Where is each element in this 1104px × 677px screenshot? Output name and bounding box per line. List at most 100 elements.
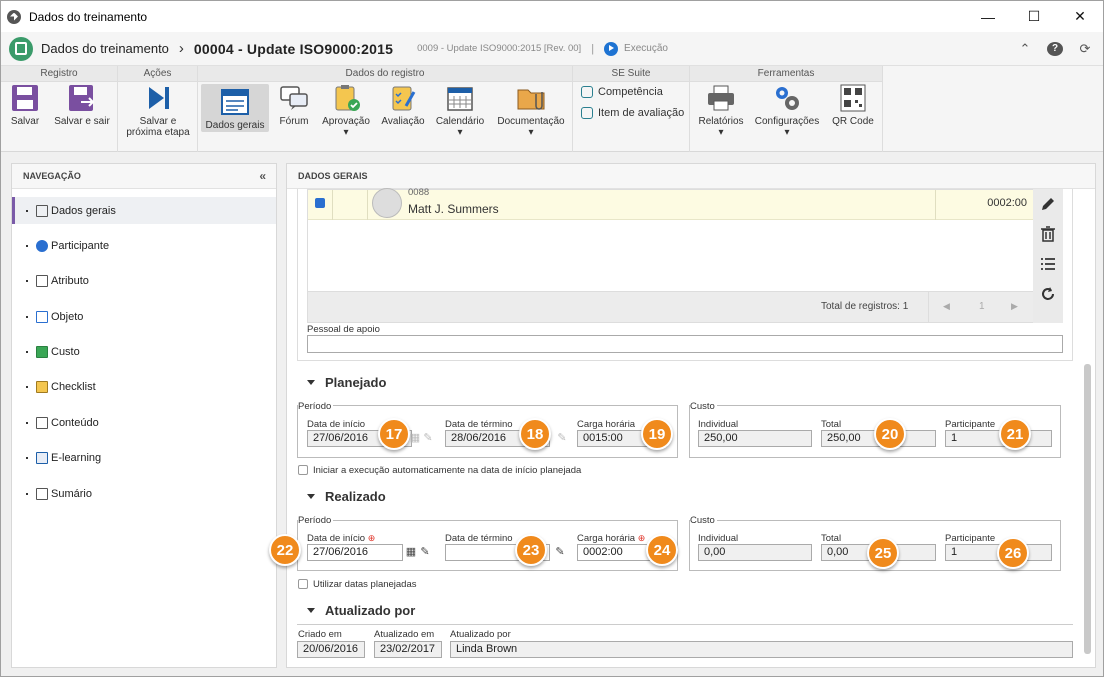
next-page-icon[interactable]: ▶ <box>1011 301 1018 312</box>
navigation-title: NAVEGAÇÃO <box>23 171 81 181</box>
training-icon <box>9 36 33 61</box>
support-staff-input[interactable] <box>307 335 1063 353</box>
maximize-button[interactable]: ☐ <box>1011 1 1057 32</box>
calendar-picker-icon[interactable]: ▦ <box>404 544 418 561</box>
participant-count-label: Participante <box>945 533 996 544</box>
collapse-nav-icon[interactable]: « <box>259 164 266 188</box>
prev-page-icon[interactable]: ◀ <box>943 301 950 312</box>
nav-item-label: E-learning <box>51 451 102 464</box>
callout-badge: 21 <box>999 418 1031 450</box>
navigation-panel: NAVEGAÇÃO « Dados gerais Participante At… <box>11 163 277 668</box>
documentation-button[interactable]: Documentação ▾ <box>494 84 568 138</box>
content-icon <box>36 416 48 429</box>
vertical-scrollbar[interactable] <box>1084 364 1091 654</box>
section-atualizado[interactable]: Atualizado por <box>307 603 415 618</box>
callout-badge: 24 <box>646 534 678 566</box>
ribbon-group-label: SE Suite <box>573 66 689 82</box>
planned-individual-cost[interactable]: 250,00 <box>698 430 812 447</box>
collapse-up-icon[interactable]: ⌃ <box>1017 41 1033 57</box>
actual-start-date[interactable]: 27/06/2016 <box>307 544 403 561</box>
save-label: Salvar <box>10 116 40 127</box>
ribbon-group-acoes: Ações Salvar e próxima etapa <box>118 66 198 152</box>
clear-date-icon[interactable]: ✎ <box>553 544 567 561</box>
total-cost-label: Total <box>821 533 842 544</box>
ribbon-group-label: Dados do registro <box>198 66 572 82</box>
qrcode-label: QR Code <box>832 116 874 127</box>
general-data-button[interactable]: Dados gerais <box>201 84 269 132</box>
period-label: Período <box>298 401 334 412</box>
actual-individual-cost[interactable]: 0,00 <box>698 544 812 561</box>
cost-label: Custo <box>690 401 717 412</box>
nav-item-sumario[interactable]: Sumário <box>12 480 276 507</box>
clear-date-icon[interactable]: ✎ <box>421 430 435 447</box>
refresh-icon[interactable]: ⟳ <box>1077 41 1093 57</box>
competence-item[interactable]: Competência <box>581 86 663 98</box>
period-label: Período <box>298 515 334 526</box>
nav-item-dados-gerais[interactable]: Dados gerais <box>12 197 276 224</box>
documentation-label: Documentação <box>497 116 565 127</box>
reports-button[interactable]: Relatórios ▾ <box>694 84 748 138</box>
nav-item-custo[interactable]: Custo <box>12 338 276 365</box>
ribbon-group-dados: Dados do registro Dados gerais Fórum Apr… <box>198 66 573 152</box>
settings-button[interactable]: Configurações ▾ <box>752 84 822 138</box>
auto-start-checkbox[interactable] <box>298 465 308 475</box>
forum-button[interactable]: Fórum <box>274 84 314 127</box>
participant-grid: 0088 Matt J. Summers 0002:00 Total de re… <box>307 187 1035 323</box>
next-step-button[interactable]: Salvar e próxima etapa <box>120 84 196 138</box>
nav-item-atributo[interactable]: Atributo <box>12 267 276 294</box>
approval-label: Aprovação <box>322 116 370 127</box>
grid-toolbar <box>1033 189 1063 323</box>
nav-item-conteudo[interactable]: Conteúdo <box>12 409 276 436</box>
end-date-label: Data de término <box>445 419 513 430</box>
qrcode-button[interactable]: QR Code <box>828 84 878 127</box>
app-icon <box>7 9 21 24</box>
start-date-label-text: Data de início <box>307 533 366 544</box>
save-button[interactable]: Salvar <box>5 84 45 127</box>
save-and-exit-button[interactable]: Salvar e sair <box>51 84 113 127</box>
row-checkbox[interactable] <box>315 198 325 208</box>
evaluation-button[interactable]: Avaliação <box>378 84 428 127</box>
nav-item-objeto[interactable]: Objeto <box>12 303 276 330</box>
nav-item-participante[interactable]: Participante <box>12 232 276 259</box>
clear-date-icon[interactable]: ✎ <box>418 544 432 561</box>
section-realizado[interactable]: Realizado <box>307 489 386 504</box>
nav-item-checklist[interactable]: Checklist <box>12 373 276 400</box>
approval-button[interactable]: Aprovação ▾ <box>318 84 374 138</box>
individual-cost-label: Individual <box>698 419 739 430</box>
forum-icon <box>279 84 309 112</box>
section-planejado[interactable]: Planejado <box>307 375 386 390</box>
updated-on-label: Atualizado em <box>374 629 435 640</box>
approval-caret: ▾ <box>343 127 349 138</box>
nav-item-elearning[interactable]: E-learning <box>12 444 276 471</box>
reports-caret: ▾ <box>718 127 724 138</box>
main-panel: DADOS GERAIS 0088 Matt J. Summers 0002:0… <box>286 163 1096 668</box>
nav-item-label: Custo <box>51 345 80 358</box>
auto-start-label: Iniciar a execução automaticamente na da… <box>313 465 582 476</box>
evaluation-item[interactable]: Item de avaliação <box>581 107 684 119</box>
calendar-icon <box>445 84 475 112</box>
general-data-label: Dados gerais <box>205 120 265 131</box>
approval-icon <box>331 84 361 112</box>
updated-by-value: Linda Brown <box>450 641 1073 658</box>
section-title: Atualizado por <box>325 603 416 618</box>
nav-item-label: Dados gerais <box>51 204 116 217</box>
forum-label: Fórum <box>279 116 309 127</box>
total-records: Total de registros: 1 <box>821 301 909 312</box>
calendar-picker-icon[interactable]: ▦ <box>408 430 422 447</box>
money-icon <box>36 345 48 358</box>
edit-icon[interactable] <box>1033 189 1063 219</box>
help-icon[interactable]: ? <box>1047 42 1063 56</box>
ribbon-toolbar: Registro Salvar Salvar e sair Ações Salv… <box>1 66 1103 152</box>
delete-icon[interactable] <box>1033 219 1063 249</box>
start-date-label: Data de início ⊕ <box>307 533 375 544</box>
use-planned-dates-checkbox[interactable] <box>298 579 308 589</box>
general-data-icon <box>220 88 250 116</box>
nav-item-label: Sumário <box>51 487 92 500</box>
table-row[interactable]: 0088 Matt J. Summers 0002:00 <box>308 187 1035 220</box>
calendar-button[interactable]: Calendário ▾ <box>433 84 487 138</box>
close-button[interactable]: ✕ <box>1057 1 1103 32</box>
minimize-button[interactable]: — <box>965 1 1011 32</box>
clear-date-icon[interactable]: ✎ <box>555 430 569 447</box>
list-icon[interactable] <box>1033 249 1063 279</box>
refresh-grid-icon[interactable] <box>1033 279 1063 309</box>
